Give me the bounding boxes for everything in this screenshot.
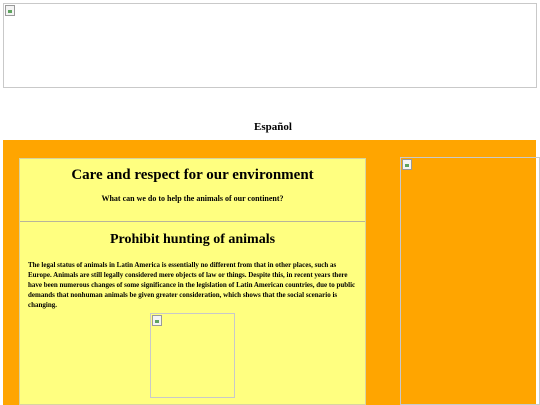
banner-image <box>3 3 537 88</box>
divider <box>20 221 365 222</box>
sidebar-image <box>400 157 540 405</box>
page-subtitle: What can we do to help the animals of ou… <box>101 194 284 203</box>
broken-image-icon <box>402 159 412 170</box>
article-image <box>150 313 235 398</box>
article-heading: Prohibit hunting of animals <box>109 232 276 247</box>
broken-image-icon <box>5 5 15 16</box>
broken-image-icon <box>152 315 162 326</box>
article-body: The legal status of animals in Latin Ame… <box>28 261 356 309</box>
language-link-espanol[interactable]: Español <box>0 121 540 133</box>
page-title: Care and respect for our environment <box>71 167 314 183</box>
